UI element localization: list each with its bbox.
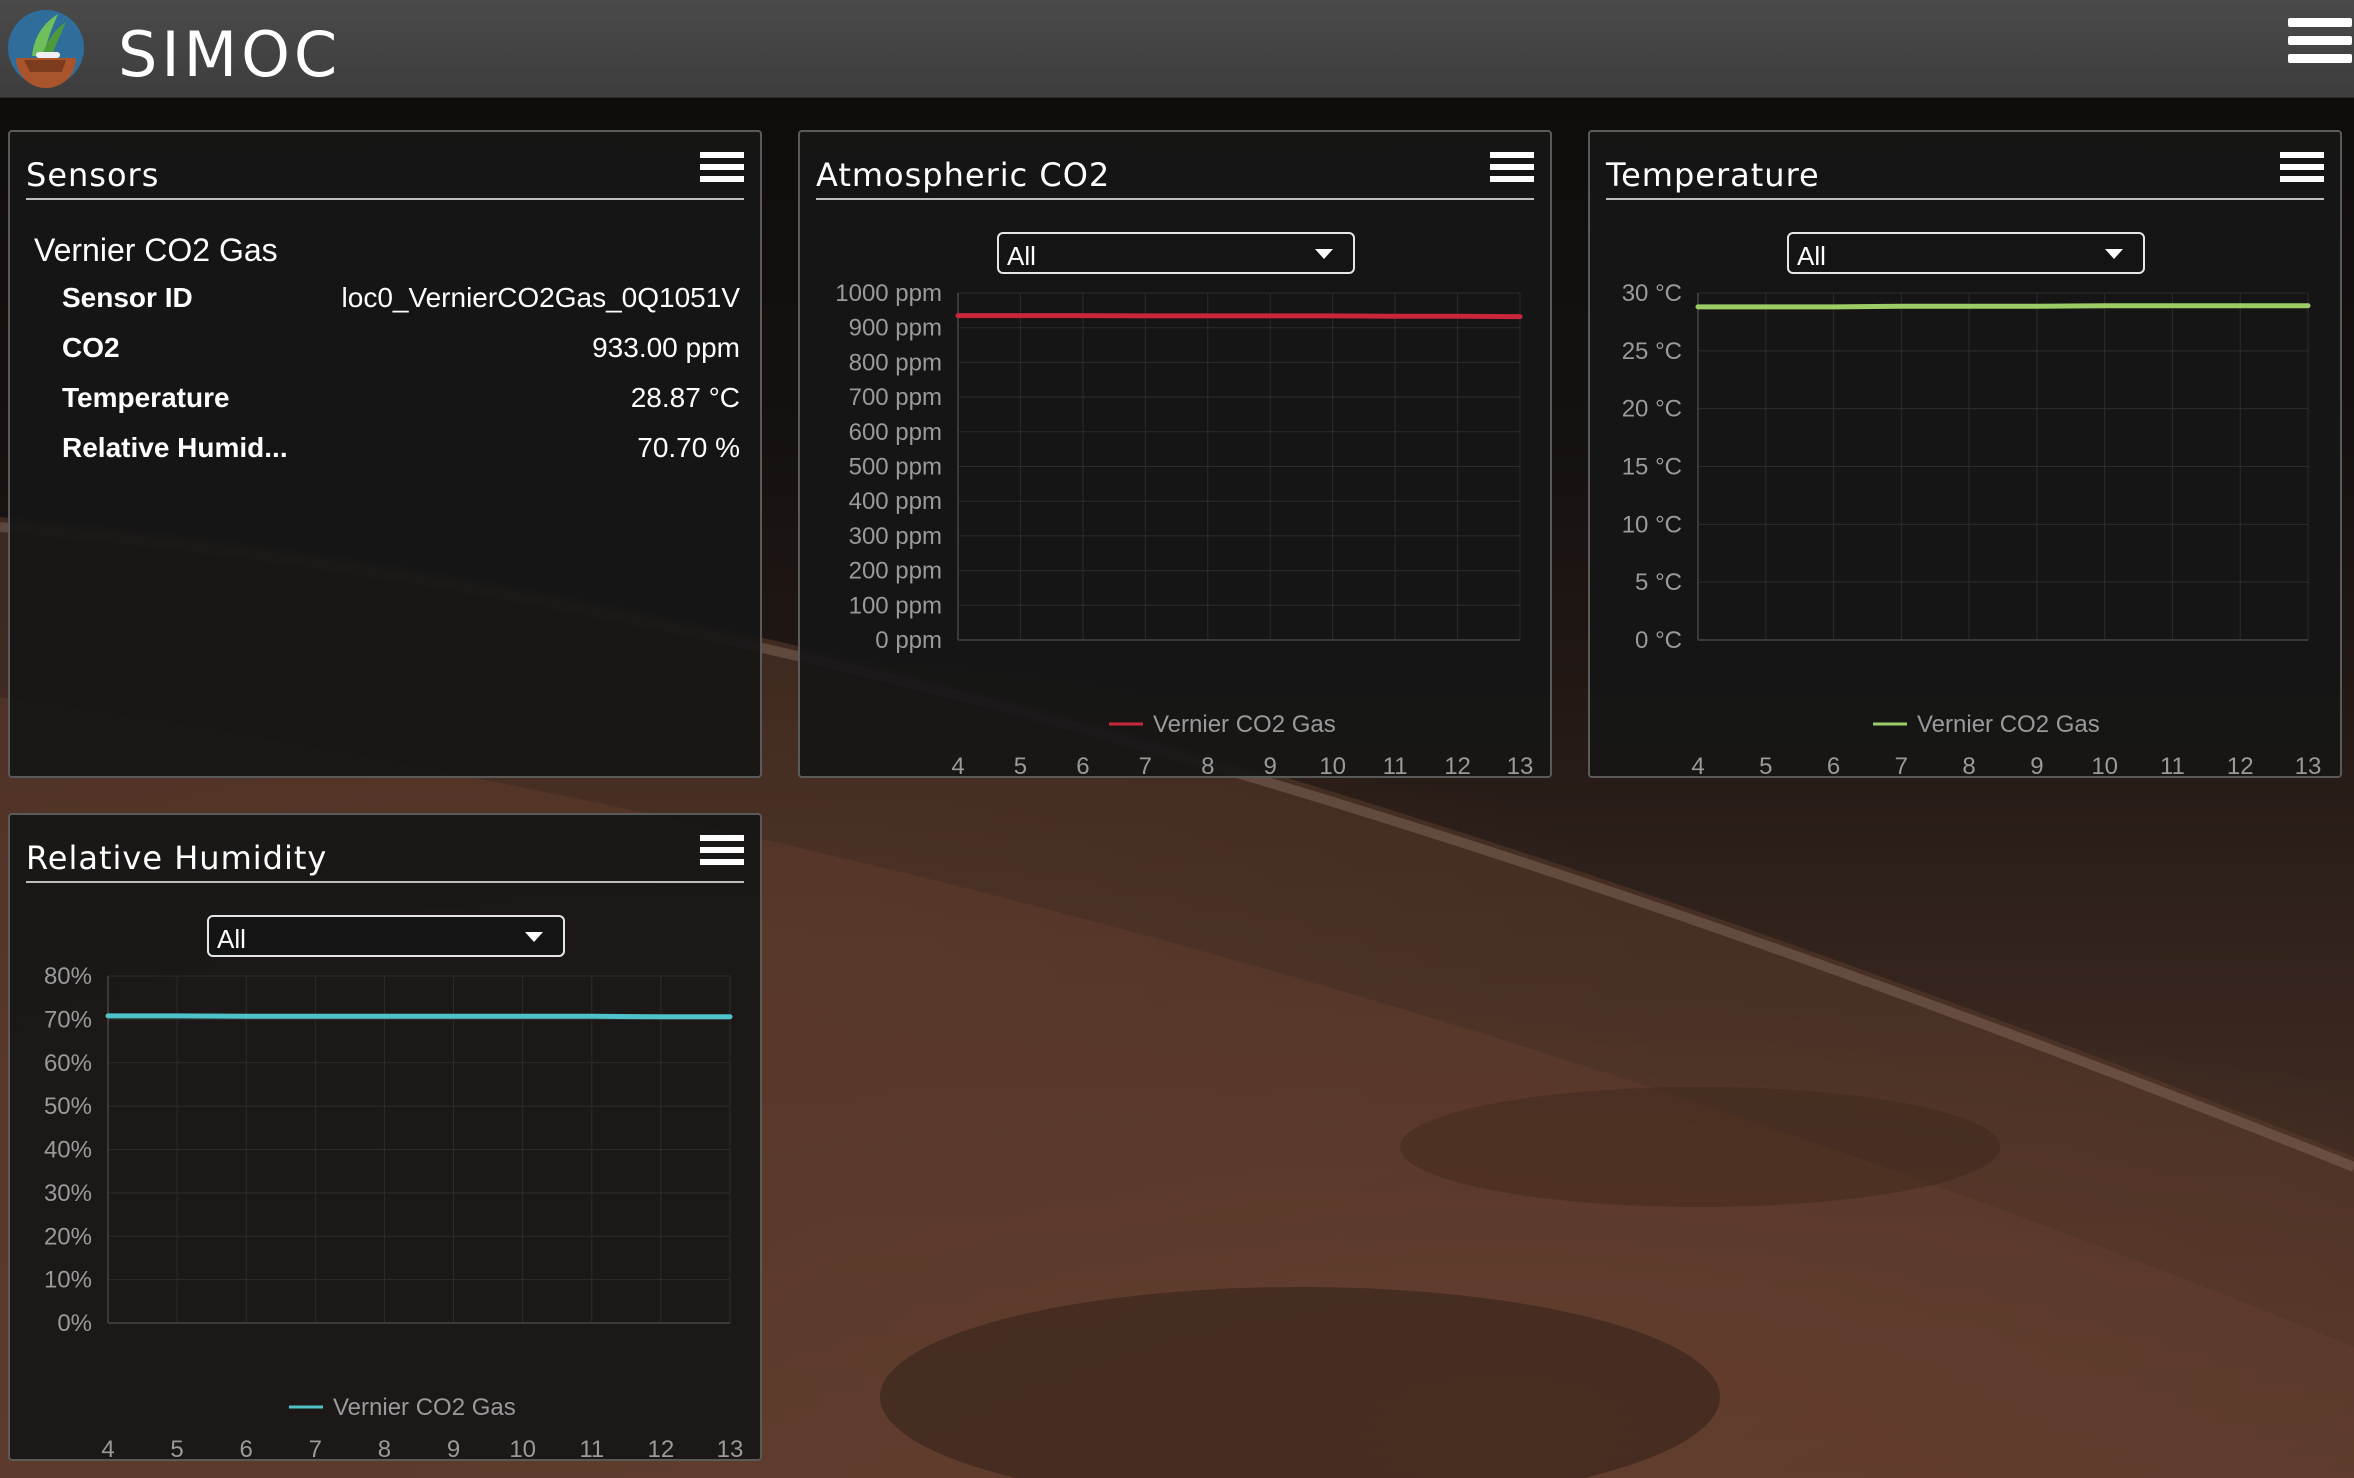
co2-chart: 1000 ppm 900 ppm 800 ppm 700 ppm 600 ppm 500 … <box>835 280 1534 776</box>
main-menu-icon[interactable] <box>2288 18 2352 78</box>
x-tick-label: 10 <box>1319 753 1346 776</box>
x-tick-label: 9 <box>1264 753 1277 776</box>
x-tick-label: 5 <box>170 1436 183 1459</box>
y-tick-label: 800 ppm <box>849 349 942 376</box>
x-tick-label: 10 <box>509 1436 536 1459</box>
sensor-row: Temperature 28.87 °C <box>62 382 740 422</box>
y-tick-label: 20% <box>44 1223 92 1250</box>
y-tick-label: 60% <box>44 1050 92 1077</box>
x-tick-label: 4 <box>951 753 964 776</box>
sensor-field-label: Temperature <box>62 382 230 413</box>
x-tick-label: 9 <box>447 1436 460 1459</box>
x-tick-label: 12 <box>1444 753 1471 776</box>
x-tick-label: 11 <box>1383 753 1408 776</box>
app-header: SIMOC <box>0 0 2354 98</box>
x-tick-label: 11 <box>2160 753 2185 776</box>
x-tick-label: 9 <box>2030 753 2043 776</box>
y-tick-label: 300 ppm <box>849 523 942 550</box>
x-tick-label: 10 <box>2091 753 2118 776</box>
x-tick-label: 8 <box>1962 753 1975 776</box>
legend-label: Vernier CO2 Gas <box>1917 711 2100 738</box>
x-tick-label: 6 <box>1076 753 1089 776</box>
y-tick-label: 500 ppm <box>849 454 942 481</box>
x-tick-label: 13 <box>1507 753 1534 776</box>
y-tick-label: 15 °C <box>1622 454 1682 481</box>
x-tick-label: 4 <box>1691 753 1704 776</box>
sensor-row: CO2 933.00 ppm <box>62 332 740 372</box>
y-tick-label: 0% <box>57 1310 92 1337</box>
app-name[interactable]: SIMOC <box>118 18 341 91</box>
x-tick-label: 8 <box>378 1436 391 1459</box>
x-tick-label: 7 <box>309 1436 322 1459</box>
y-tick-label: 1000 ppm <box>835 280 942 307</box>
series-line <box>1695 303 2311 310</box>
sensors-panel: Sensors Vernier CO2 Gas Sensor ID loc0_V… <box>8 130 762 778</box>
sensor-field-value: 28.87 °C <box>630 382 740 413</box>
y-tick-label: 30 °C <box>1622 280 1682 307</box>
sensor-field-label: Sensor ID <box>62 282 193 313</box>
legend-label: Vernier CO2 Gas <box>1153 711 1336 738</box>
sensor-field-label: Relative Humid... <box>62 432 288 463</box>
x-tick-label: 7 <box>1139 753 1152 776</box>
y-tick-label: 80% <box>44 963 92 990</box>
sensor-field-label: CO2 <box>62 332 120 363</box>
humidity-chart: 80% 70% 60% 50% 40% 30% 20% 10% 0% 4 5 6 7 8 9 10 11 12 13… <box>44 963 744 1459</box>
panel-header: Sensors <box>26 146 744 200</box>
y-tick-label: 600 ppm <box>849 419 942 446</box>
y-tick-label: 900 ppm <box>849 315 942 342</box>
x-tick-label: 6 <box>240 1436 253 1459</box>
panel-title: Sensors <box>26 156 160 194</box>
y-tick-label: 40% <box>44 1137 92 1164</box>
y-tick-label: 0 °C <box>1635 627 1682 654</box>
y-tick-label: 0 ppm <box>875 627 942 654</box>
sensor-field-value: 70.70 % <box>637 432 740 463</box>
x-tick-label: 11 <box>579 1436 604 1459</box>
x-tick-label: 12 <box>2227 753 2254 776</box>
x-tick-label: 5 <box>1014 753 1027 776</box>
y-tick-label: 200 ppm <box>849 558 942 585</box>
x-tick-label: 7 <box>1895 753 1908 776</box>
y-tick-label: 400 ppm <box>849 488 942 515</box>
temperature-chart: 30 °C 25 °C 20 °C 15 °C 10 °C 5 °C 0 °C 4 5 6 7 8 9 1… <box>1622 280 2322 776</box>
y-tick-label: 20 °C <box>1622 396 1682 423</box>
y-tick-label: 100 ppm <box>849 592 942 619</box>
y-tick-label: 10 °C <box>1622 511 1682 538</box>
panel-menu-icon[interactable] <box>700 152 744 192</box>
x-tick-label: 13 <box>717 1436 744 1459</box>
x-tick-label: 12 <box>648 1436 675 1459</box>
y-tick-label: 700 ppm <box>849 384 942 411</box>
x-tick-label: 13 <box>2295 753 2322 776</box>
sensor-field-value: loc0_VernierCO2Gas_0Q1051V <box>341 282 740 313</box>
legend-label: Vernier CO2 Gas <box>333 1394 516 1421</box>
x-tick-label: 4 <box>101 1436 114 1459</box>
x-tick-label: 6 <box>1827 753 1840 776</box>
y-tick-label: 25 °C <box>1622 338 1682 365</box>
simoc-logo-icon[interactable] <box>6 8 86 88</box>
x-tick-label: 8 <box>1201 753 1214 776</box>
sensor-field-value: 933.00 ppm <box>592 332 740 363</box>
series-line <box>105 1013 733 1020</box>
series-line <box>955 313 1523 320</box>
y-tick-label: 70% <box>44 1006 92 1033</box>
y-tick-label: 30% <box>44 1180 92 1207</box>
sensor-row: Sensor ID loc0_VernierCO2Gas_0Q1051V <box>62 282 740 322</box>
sensor-row: Relative Humid... 70.70 % <box>62 432 740 472</box>
y-tick-label: 50% <box>44 1093 92 1120</box>
y-tick-label: 5 °C <box>1635 569 1682 596</box>
co2-panel: Atmospheric CO2 All 1000 ppm 900 ppm 800 p… <box>798 130 1552 778</box>
temperature-panel: Temperature All 30 °C 25 °C 20 °C 15 °C 10 °… <box>1588 130 2342 778</box>
y-tick-label: 10% <box>44 1267 92 1294</box>
x-tick-label: 5 <box>1759 753 1772 776</box>
humidity-panel: Relative Humidity All 80% 70% 60% 50% 40% 30%… <box>8 813 762 1461</box>
sensor-name: Vernier CO2 Gas <box>34 232 278 268</box>
